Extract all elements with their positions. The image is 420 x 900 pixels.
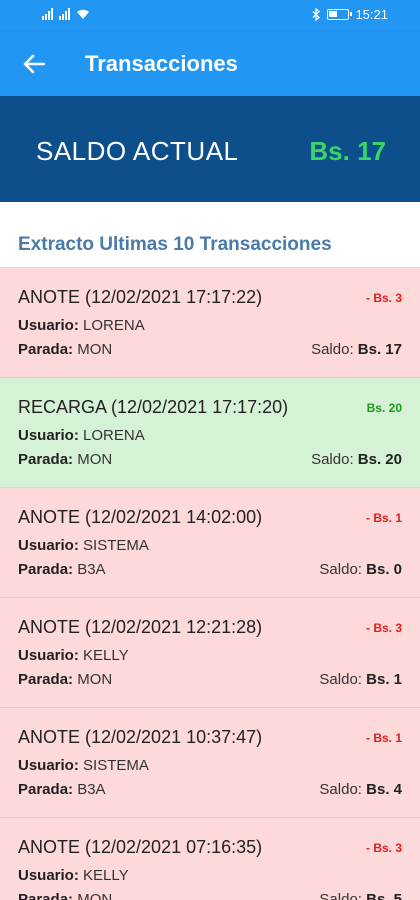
transaction-amount: - Bs. 3	[365, 291, 402, 305]
balance-label: Saldo:	[319, 781, 362, 798]
transaction-balance: Saldo: Bs. 1	[319, 671, 402, 688]
status-left	[42, 8, 90, 20]
user-value: KELLY	[83, 867, 129, 884]
signal-icon	[59, 8, 70, 20]
transaction-item[interactable]: ANOTE (12/02/2021 14:02:00) - Bs. 1 Usuari…	[0, 488, 420, 598]
transaction-stop: Parada: B3A	[18, 781, 106, 798]
stop-label: Parada:	[18, 671, 74, 688]
transaction-title: ANOTE (12/02/2021 17:17:22)	[18, 287, 263, 307]
transaction-title: ANOTE (12/02/2021 12:21:28)	[18, 617, 263, 637]
app-bar: Transacciones	[0, 32, 420, 96]
user-value: LORENA	[83, 427, 145, 444]
transaction-title: ANOTE (12/02/2021 14:02:00)	[18, 507, 263, 527]
transaction-balance: Saldo: Bs. 17	[311, 341, 402, 358]
transaction-amount: Bs. 20	[366, 401, 402, 415]
user-label: Usuario:	[18, 867, 79, 884]
wifi-icon	[77, 9, 89, 19]
user-value: LORENA	[83, 317, 145, 334]
balance-amount: Bs. 5	[366, 891, 402, 900]
balance-card: SALDO ACTUAL Bs. 17	[0, 96, 420, 202]
signal-icon	[42, 8, 53, 20]
stop-value: MON	[77, 891, 113, 900]
user-label: Usuario:	[18, 647, 79, 664]
transaction-user: Usuario: SISTEMA	[18, 537, 149, 554]
transaction-balance: Saldo: Bs. 5	[319, 891, 402, 900]
transaction-user: Usuario: LORENA	[18, 317, 145, 334]
transaction-user: Usuario: KELLY	[18, 867, 129, 884]
balance-label: Saldo:	[319, 671, 362, 688]
stop-label: Parada:	[18, 341, 74, 358]
user-label: Usuario:	[18, 317, 79, 334]
balance-amount: Bs. 17	[357, 341, 402, 358]
transaction-title: ANOTE (12/02/2021 10:37:47)	[18, 727, 263, 747]
user-value: SISTEMA	[83, 757, 149, 774]
status-time: 15:21	[355, 7, 388, 22]
transaction-user: Usuario: SISTEMA	[18, 757, 149, 774]
balance-label: Saldo:	[319, 561, 362, 578]
transaction-item[interactable]: ANOTE (12/02/2021 07:16:35) - Bs. 3 Usuari…	[0, 818, 420, 900]
user-label: Usuario:	[18, 757, 79, 774]
transaction-amount: - Bs. 3	[365, 841, 402, 855]
status-right: 15:21	[312, 7, 388, 22]
user-label: Usuario:	[18, 537, 79, 554]
back-button[interactable]	[14, 46, 54, 82]
stop-label: Parada:	[18, 561, 74, 578]
transaction-list[interactable]: ANOTE (12/02/2021 17:17:22) - Bs. 3 Usuari…	[0, 268, 420, 900]
transaction-balance: Saldo: Bs. 20	[311, 451, 402, 468]
bluetooth-icon	[312, 8, 321, 21]
balance-value: Bs. 17	[309, 136, 386, 166]
transaction-amount: - Bs. 1	[365, 511, 402, 525]
balance-amount: Bs. 4	[366, 781, 402, 798]
balance-amount: Bs. 20	[357, 451, 402, 468]
user-label: Usuario:	[18, 427, 79, 444]
stop-value: MON	[77, 671, 113, 688]
battery-icon	[327, 9, 353, 20]
transaction-stop: Parada: B3A	[18, 561, 106, 578]
transaction-user: Usuario: KELLY	[18, 647, 129, 664]
transaction-amount: - Bs. 1	[365, 731, 402, 745]
balance-amount: Bs. 1	[366, 671, 402, 688]
transaction-item[interactable]: RECARGA (12/02/2021 17:17:20) Bs. 20 Usuar…	[0, 378, 420, 488]
stop-value: B3A	[77, 781, 106, 798]
transaction-item[interactable]: ANOTE (12/02/2021 17:17:22) - Bs. 3 Usuari…	[0, 268, 420, 378]
transaction-amount: - Bs. 3	[365, 621, 402, 635]
stop-value: B3A	[77, 561, 106, 578]
transaction-stop: Parada: MON	[18, 671, 112, 688]
stop-label: Parada:	[18, 891, 74, 900]
section-header: Extracto Ultimas 10 Transacciones	[0, 202, 420, 268]
stop-label: Parada:	[18, 451, 74, 468]
stop-value: MON	[77, 451, 113, 468]
transaction-title: RECARGA (12/02/2021 17:17:20)	[18, 397, 289, 417]
arrow-back-icon	[23, 54, 45, 74]
status-bar: 15:21	[0, 0, 420, 32]
transaction-stop: Parada: MON	[18, 451, 112, 468]
page-title: Transacciones	[85, 51, 238, 76]
section-title: Extracto Ultimas 10 Transacciones	[18, 234, 332, 255]
transaction-balance: Saldo: Bs. 0	[319, 561, 402, 578]
balance-label: SALDO ACTUAL	[36, 136, 239, 166]
user-value: SISTEMA	[83, 537, 149, 554]
balance-amount: Bs. 0	[366, 561, 402, 578]
stop-value: MON	[77, 341, 113, 358]
transaction-stop: Parada: MON	[18, 341, 112, 358]
balance-label: Saldo:	[311, 341, 354, 358]
transaction-title: ANOTE (12/02/2021 07:16:35)	[18, 837, 263, 857]
transaction-balance: Saldo: Bs. 4	[319, 781, 402, 798]
transaction-user: Usuario: LORENA	[18, 427, 145, 444]
user-value: KELLY	[83, 647, 129, 664]
balance-label: Saldo:	[319, 891, 362, 900]
transaction-item[interactable]: ANOTE (12/02/2021 12:21:28) - Bs. 3 Usuari…	[0, 598, 420, 708]
stop-label: Parada:	[18, 781, 74, 798]
transaction-item[interactable]: ANOTE (12/02/2021 10:37:47) - Bs. 1 Usuari…	[0, 708, 420, 818]
transaction-stop: Parada: MON	[18, 891, 112, 900]
balance-label: Saldo:	[311, 451, 354, 468]
